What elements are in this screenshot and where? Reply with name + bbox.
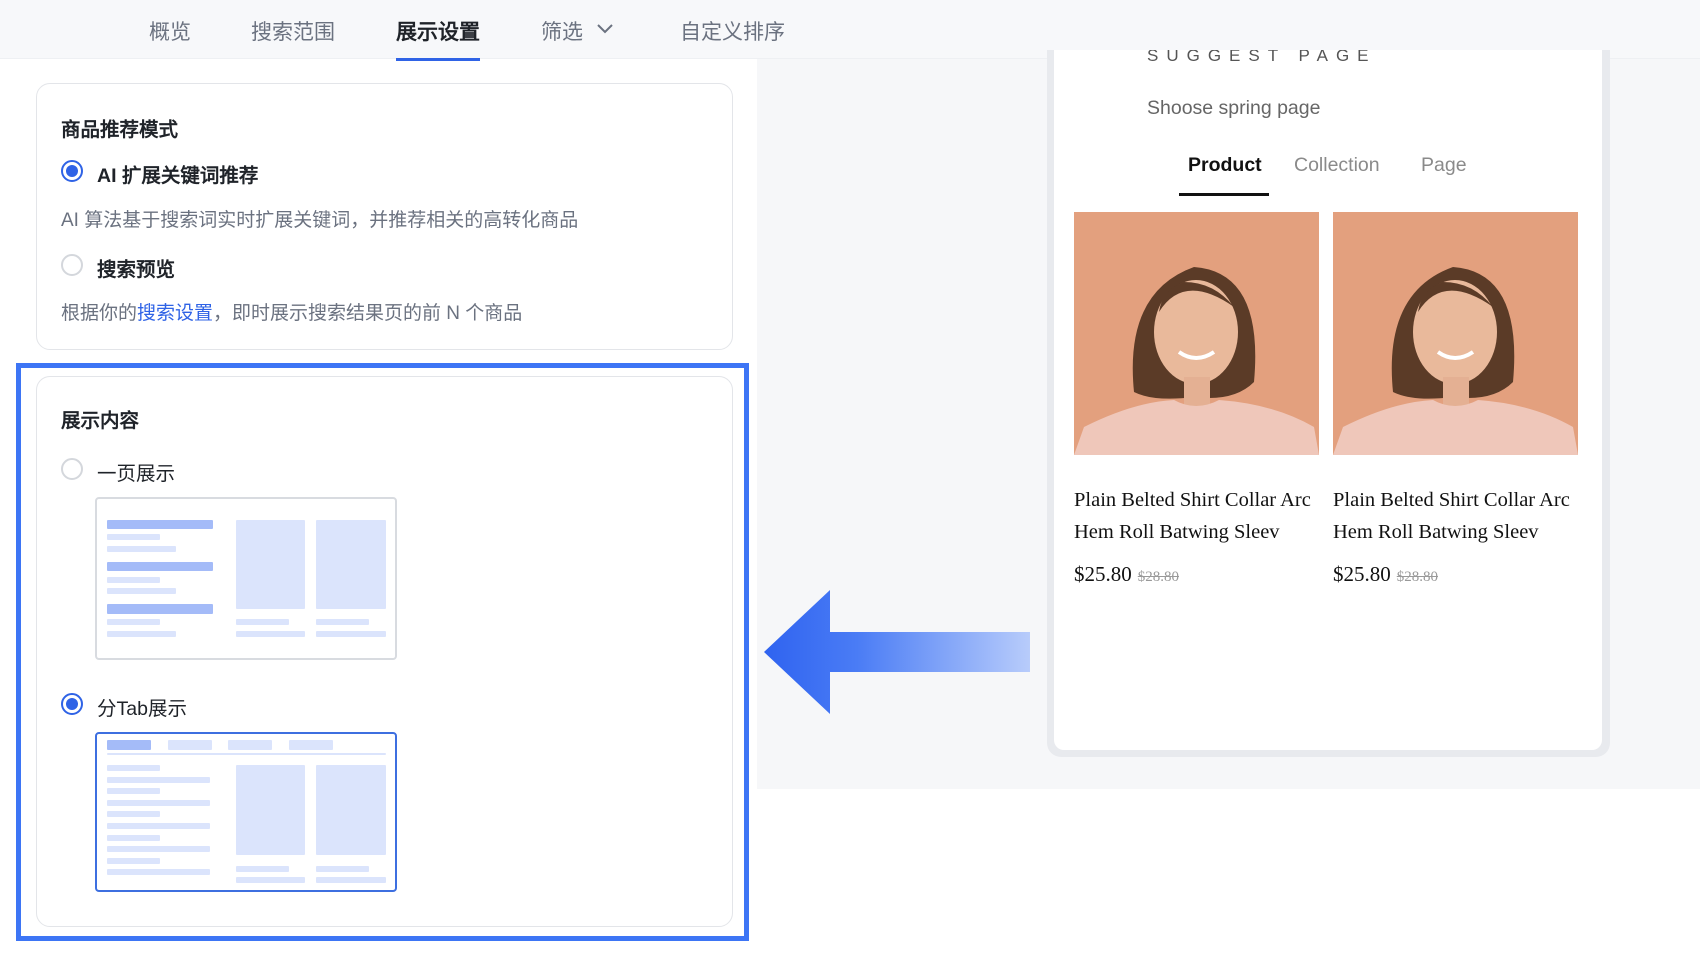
radio-tab-display[interactable] [61, 693, 83, 715]
search-preview-phone: SUGGEST PAGE Shoose spring page Product … [1054, 50, 1602, 750]
search-settings-link[interactable]: 搜索设置 [137, 303, 213, 324]
product-card[interactable]: Plain Belted Shirt Collar Arc Hem Roll Ba… [1074, 212, 1319, 587]
product-title-line: Plain Belted Shirt Collar Arc [1074, 489, 1311, 511]
tab-display-settings[interactable]: 展示设置 [396, 16, 480, 46]
radio-label: 一页展示 [97, 463, 176, 485]
desc-text: 根据你的 [61, 303, 138, 324]
product-title: Plain Belted Shirt Collar Arc Hem Roll Ba… [1333, 484, 1578, 548]
active-tab-indicator [396, 58, 480, 61]
option-desc: 根据你的搜索设置，即时展示搜索结果页的前 N 个商品 [61, 298, 522, 325]
recommend-mode-card: 商品推荐模式 AI 扩展关键词推荐 AI 算法基于搜索词实时扩展关键词，并推荐相… [36, 83, 733, 350]
tab-display-thumbnail[interactable] [95, 732, 397, 892]
product-original-price: $28.80 [1137, 569, 1179, 585]
preview-tab-indicator [1179, 193, 1269, 196]
preview-tab-page[interactable]: Page [1421, 154, 1467, 177]
product-original-price: $28.80 [1396, 569, 1438, 585]
product-title-line: Hem Roll Batwing Sleev [1333, 521, 1539, 543]
radio-label: 搜索预览 [97, 259, 176, 281]
product-title-line: Hem Roll Batwing Sleev [1074, 521, 1280, 543]
product-price: $25.80 [1333, 562, 1391, 586]
single-page-thumbnail[interactable] [95, 497, 397, 660]
preview-tab-collection[interactable]: Collection [1294, 154, 1380, 177]
tab-filter[interactable]: 筛选 [541, 16, 583, 46]
chevron-down-icon[interactable] [596, 22, 614, 36]
suggest-page-heading: SUGGEST PAGE [1147, 50, 1377, 65]
product-price: $25.80 [1074, 562, 1132, 586]
product-image [1074, 212, 1319, 455]
product-card[interactable]: Plain Belted Shirt Collar Arc Hem Roll Ba… [1333, 212, 1578, 587]
product-title: Plain Belted Shirt Collar Arc Hem Roll Ba… [1074, 484, 1319, 548]
card-title: 商品推荐模式 [61, 119, 179, 141]
tab-custom-sort[interactable]: 自定义排序 [680, 16, 785, 46]
radio-label: AI 扩展关键词推荐 [97, 165, 259, 187]
radio-single-page[interactable] [61, 458, 83, 480]
radio-search-preview[interactable] [61, 254, 83, 276]
display-content-card: 展示内容 一页展示 分Tab展示 [36, 376, 733, 927]
product-title-line: Plain Belted Shirt Collar Arc [1333, 489, 1570, 511]
card-title: 展示内容 [61, 410, 140, 432]
tab-overview[interactable]: 概览 [149, 16, 191, 46]
option-desc: AI 算法基于搜索词实时扩展关键词，并推荐相关的高转化商品 [61, 210, 579, 231]
desc-text: ，即时展示搜索结果页的前 N 个商品 [213, 303, 523, 324]
preview-tab-product[interactable]: Product [1188, 154, 1262, 177]
preview-subtitle: Shoose spring page [1147, 97, 1321, 119]
tab-search-scope[interactable]: 搜索范围 [251, 16, 335, 46]
radio-ai-keyword[interactable] [61, 160, 83, 182]
radio-label: 分Tab展示 [97, 698, 187, 720]
arrow-left-icon [764, 590, 1030, 714]
product-image [1333, 212, 1578, 455]
